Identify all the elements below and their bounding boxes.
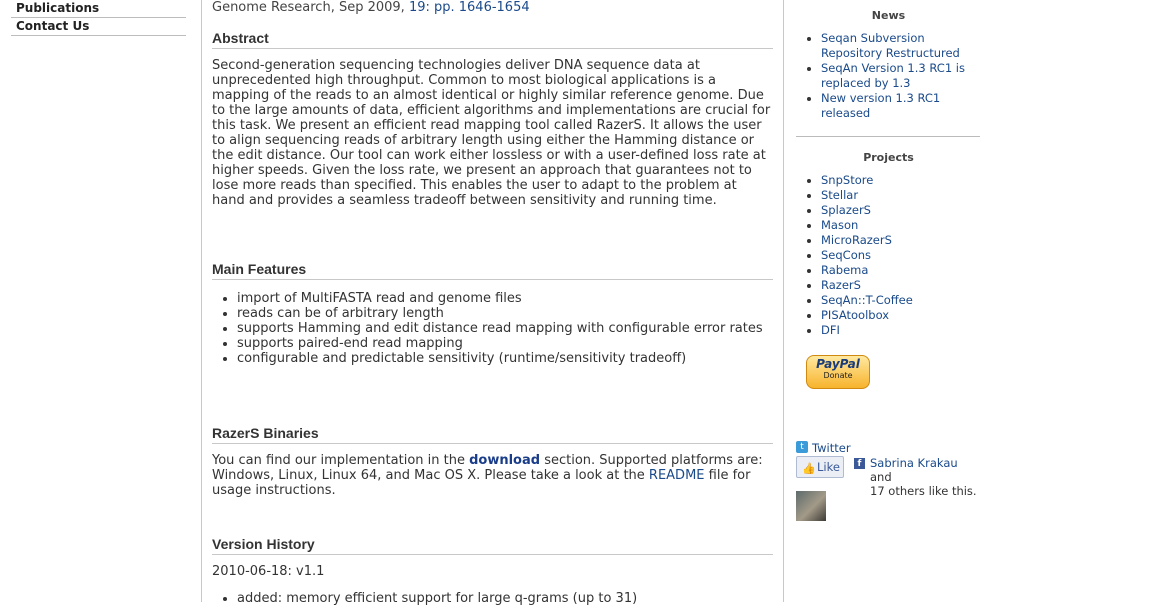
project-item: RazerS [821,278,981,293]
paypal-logo: PayPal [816,357,860,371]
features-list: import of MultiFASTA read and genome fil… [212,291,773,366]
list-item: reads can be of arbitrary length [237,306,773,321]
project-item: Mason [821,218,981,233]
facebook-icon: f [854,458,865,469]
download-link[interactable]: download [469,453,540,468]
main-content: Genome Research, Sep 2009, 19: pp. 1646-… [212,0,773,606]
history-list: added: memory efficient support for larg… [212,591,773,606]
left-sidebar: Publications Contact Us [0,0,202,602]
project-item: SeqCons [821,248,981,263]
news-item: New version 1.3 RC1 released [821,91,981,121]
binaries-heading: RazerS Binaries [212,426,773,444]
news-item: SeqAn Version 1.3 RC1 is replaced by 1.3 [821,61,981,91]
list-item: supports Hamming and edit distance read … [237,321,773,336]
projects-list: SnpStore Stellar SplazerS Mason MicroRaz… [796,173,981,338]
list-item: import of MultiFASTA read and genome fil… [237,291,773,306]
project-item: SnpStore [821,173,981,188]
project-item: SeqAn::T-Coffee [821,293,981,308]
binaries-text: You can find our implementation in the d… [212,453,763,498]
abstract-text: Second-generation sequencing technologie… [212,58,771,208]
features-heading: Main Features [212,262,773,280]
projects-title: Projects [863,151,914,164]
twitter-link[interactable]: Twitter [812,441,851,455]
citation-link[interactable]: 19: pp. 1646-1654 [409,0,530,15]
project-item: SplazerS [821,203,981,218]
abstract-heading: Abstract [212,31,773,49]
facebook-like-button[interactable]: 👍 Like [796,456,844,478]
list-item: configurable and predictable sensitivity… [237,351,773,366]
project-item: Stellar [821,188,981,203]
version-label: 2010-06-18: v1.1 [212,564,325,579]
facebook-user-link[interactable]: Sabrina Krakau [870,456,958,470]
news-title: News [871,9,906,22]
version-history-heading: Version History [212,537,773,555]
nav-item-contact-us[interactable]: Contact Us [11,18,186,36]
readme-link[interactable]: README [649,468,705,483]
facebook-likes-text: Sabrina Krakau and 17 others like this. [870,456,977,498]
list-item: supports paired-end read mapping [237,336,773,351]
project-item: Rabema [821,263,981,278]
twitter-icon: t [796,441,808,453]
list-item: added: memory efficient support for larg… [237,591,773,606]
project-item: PISAtoolbox [821,308,981,323]
paypal-donate-button[interactable]: PayPal Donate [806,355,870,389]
avatar[interactable] [796,491,826,521]
nav-item-publications[interactable]: Publications [11,0,186,18]
project-item: DFI [821,323,981,338]
donate-label: Donate [823,371,853,380]
project-item: MicroRazerS [821,233,981,248]
citation: Genome Research, Sep 2009, 19: pp. 1646-… [212,0,530,15]
news-item: Seqan Subversion Repository Restructured [821,31,981,61]
right-sidebar: News Seqan Subversion Repository Restruc… [783,0,1163,602]
divider [796,136,980,137]
news-list: Seqan Subversion Repository Restructured… [796,31,981,121]
thumbs-up-icon: 👍 [802,462,816,475]
